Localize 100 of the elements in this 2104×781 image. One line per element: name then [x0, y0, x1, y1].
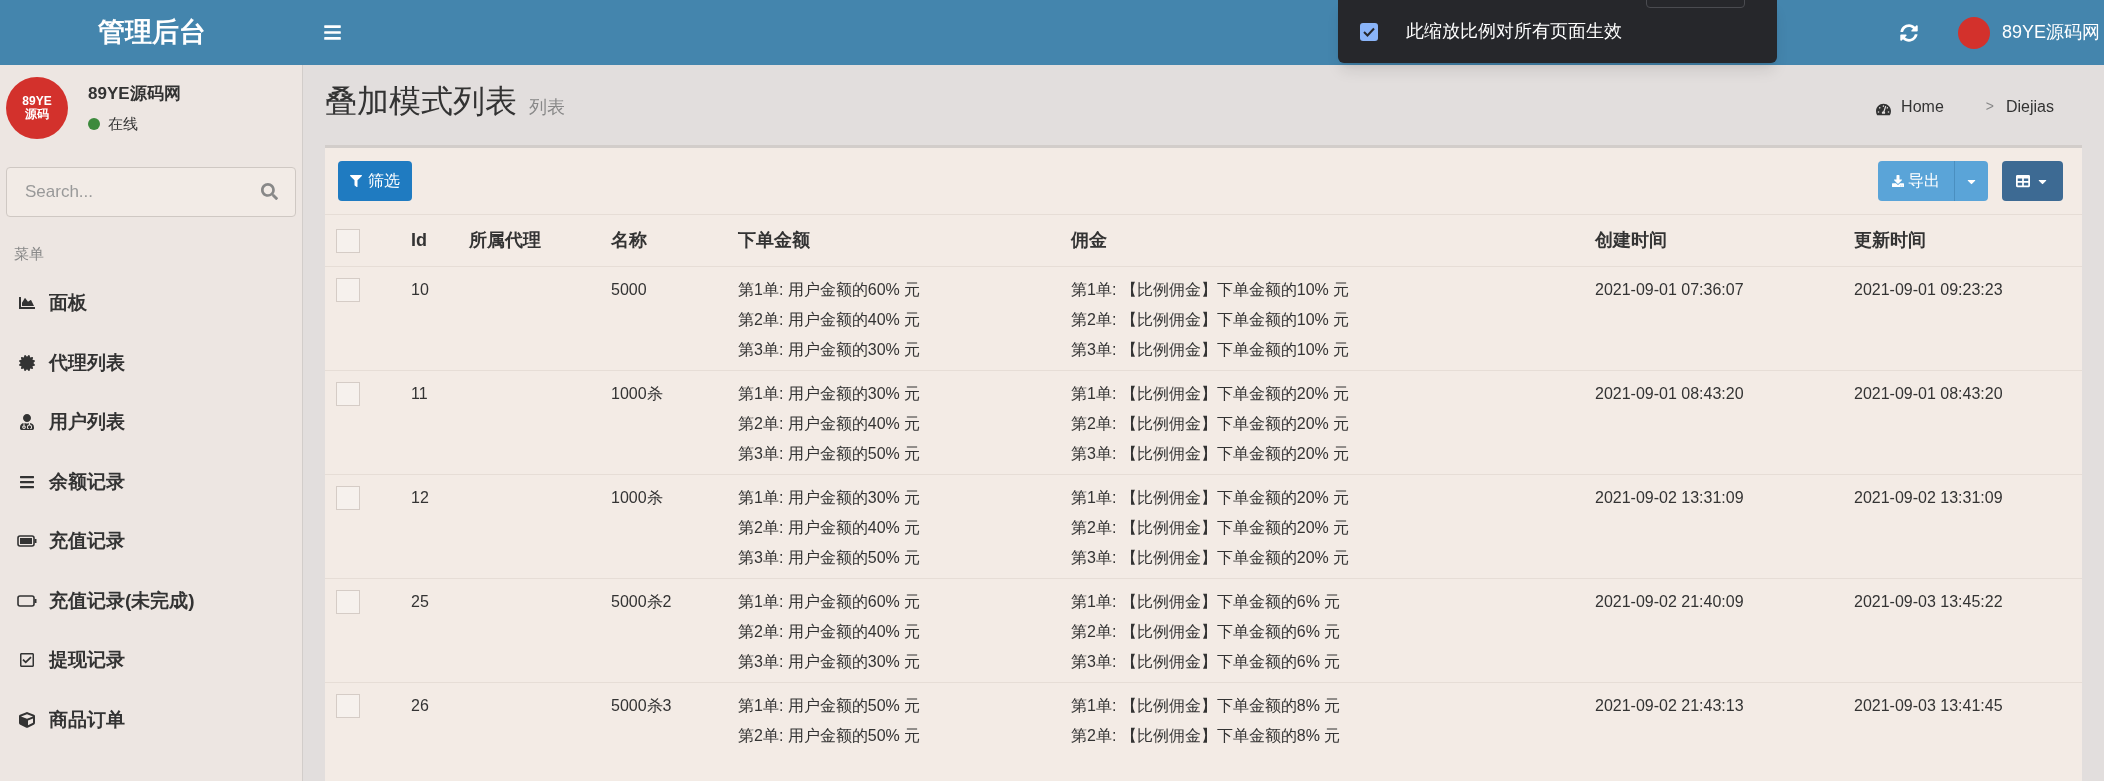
- table-cell: 5000杀3: [611, 697, 672, 714]
- sidebar-item[interactable]: 提现记录: [0, 630, 302, 690]
- badge-icon: [17, 354, 37, 371]
- table-cell: 10: [411, 281, 429, 298]
- table-cell: 2021-09-01 07:36:07: [1595, 281, 1744, 298]
- avatar[interactable]: [1957, 16, 1990, 49]
- checkmark-icon: [1363, 26, 1375, 37]
- popup-checkbox[interactable]: [1360, 22, 1378, 41]
- checkbox-icon: [17, 652, 37, 669]
- status-text: 在线: [108, 113, 138, 134]
- table-cell: 5000杀2: [611, 593, 672, 610]
- dashboard-icon: [1876, 102, 1892, 117]
- table-cell-text: 第1单: 用户金额的60% 元: [738, 280, 921, 300]
- table-cell: 1000杀: [611, 385, 663, 402]
- filter-icon: [350, 175, 362, 187]
- sidebar-item[interactable]: 面板: [0, 273, 302, 333]
- table-cell: 12: [411, 489, 429, 506]
- table-cell-text: 第1单: 用户金额的60% 元: [738, 592, 921, 612]
- row-checkbox[interactable]: [336, 278, 360, 302]
- table-cell-text: 第3单: 【比例佣金】下单金额的6% 元: [1071, 652, 1341, 672]
- table-cell-text: 第1单: 【比例佣金】下单金额的20% 元: [1071, 384, 1350, 404]
- table-cell-text: 第2单: 用户金额的40% 元: [738, 518, 921, 538]
- columns-button[interactable]: [2002, 161, 2063, 201]
- table-cell-text: 第2单: 用户金额的40% 元: [738, 622, 921, 642]
- table-cell-text: 第3单: 用户金额的50% 元: [738, 548, 921, 568]
- search-field[interactable]: Search...: [6, 167, 296, 217]
- row-checkbox[interactable]: [336, 590, 360, 614]
- table-cell: 2021-09-02 21:43:13: [1595, 697, 1744, 714]
- page-subtitle: 列表: [529, 96, 565, 119]
- user-name[interactable]: 89YE源码网: [2001, 19, 2100, 46]
- menu-section-label: 菜单: [13, 244, 45, 264]
- user-icon: [17, 414, 37, 431]
- table-cell-text: 第3单: 用户金额的30% 元: [738, 340, 921, 360]
- table-cell: 2021-09-02 13:31:09: [1595, 489, 1744, 506]
- sidebar-item[interactable]: 代理列表: [0, 333, 302, 393]
- row-checkbox[interactable]: [336, 382, 360, 406]
- column-header[interactable]: Id: [411, 227, 469, 254]
- export-dropdown-button[interactable]: [1954, 161, 1988, 201]
- table-cell-text: 第1单: 用户金额的30% 元: [738, 488, 921, 508]
- row-checkbox[interactable]: [336, 694, 360, 718]
- table-cell: 1000杀: [611, 489, 663, 506]
- table-cell-text: 第2单: 用户金额的40% 元: [738, 414, 921, 434]
- table-cell: 26: [411, 697, 429, 714]
- table-cell-text: 第1单: 【比例佣金】下单金额的6% 元: [1071, 592, 1341, 612]
- table-cell-text: 第1单: 【比例佣金】下单金额的10% 元: [1071, 280, 1350, 300]
- sidebar-item[interactable]: 充值记录: [0, 511, 302, 571]
- table-cell-text: 第2单: 【比例佣金】下单金额的8% 元: [1071, 726, 1341, 746]
- table-cell: 11: [411, 385, 428, 402]
- sidebar-item[interactable]: 充值记录(未完成): [0, 571, 302, 631]
- download-icon: [1892, 175, 1904, 187]
- breadcrumb-link[interactable]: Home: [1901, 95, 1944, 119]
- table-cell: 2021-09-01 09:23:23: [1854, 281, 2003, 298]
- breadcrumb-separator: >: [1985, 97, 1994, 116]
- select-all-checkbox[interactable]: [336, 228, 360, 253]
- cube-icon: [17, 711, 37, 728]
- table-cell-text: 第1单: 用户金额的30% 元: [738, 384, 921, 404]
- table-cell: 2021-09-01 08:43:20: [1854, 385, 2003, 402]
- table-cell: 2021-09-01 08:43:20: [1595, 385, 1744, 402]
- column-header[interactable]: 下单金额: [738, 227, 1071, 254]
- table-cell: 2021-09-02 13:31:09: [1854, 489, 2003, 506]
- table-cell: 5000: [611, 281, 647, 298]
- table-cell: 2021-09-02 21:40:09: [1595, 593, 1744, 610]
- table-cell-text: 第1单: 用户金额的50% 元: [738, 696, 921, 716]
- table-cell: 2021-09-03 13:45:22: [1854, 593, 2003, 610]
- table-cell-text: 第2单: 用户金额的40% 元: [738, 310, 921, 330]
- table-cell-text: 第2单: 【比例佣金】下单金额的20% 元: [1071, 414, 1350, 434]
- page-title: 叠加模式列表: [325, 82, 517, 121]
- column-header[interactable]: 佣金: [1071, 227, 1595, 254]
- table-cell-text: 第3单: 【比例佣金】下单金额的20% 元: [1071, 548, 1350, 568]
- table-icon: [2016, 174, 2030, 188]
- user-name: 89YE源码网: [88, 83, 181, 105]
- table-cell-text: 第2单: 【比例佣金】下单金额的20% 元: [1071, 518, 1350, 538]
- battery-empty-icon: [17, 594, 37, 607]
- table-cell-text: 第1单: 【比例佣金】下单金额的8% 元: [1071, 696, 1341, 716]
- table-cell-text: 第3单: 用户金额的30% 元: [738, 652, 921, 672]
- popup-label: 此缩放比例对所有页面生效: [1406, 20, 1622, 43]
- table-cell-text: 第1单: 【比例佣金】下单金额的20% 元: [1071, 488, 1350, 508]
- refresh-icon[interactable]: [1899, 23, 1918, 42]
- table-cell-text: 第2单: 用户金额的50% 元: [738, 726, 921, 746]
- column-header[interactable]: 更新时间: [1854, 227, 2082, 254]
- table-cell-text: 第3单: 用户金额的50% 元: [738, 444, 921, 464]
- search-icon[interactable]: [261, 183, 278, 200]
- avatar-text: 89YE源码: [21, 94, 53, 122]
- table-cell-text: 第3单: 【比例佣金】下单金额的20% 元: [1071, 444, 1350, 464]
- table-cell: 25: [411, 593, 429, 610]
- sidebar-item[interactable]: 余额记录: [0, 452, 302, 512]
- app-logo[interactable]: 管理后台: [97, 12, 206, 53]
- sidebar-item[interactable]: 用户列表: [0, 392, 302, 452]
- column-header[interactable]: 名称: [611, 227, 738, 254]
- battery-full-icon: [17, 535, 37, 548]
- sidebar-item[interactable]: 商品订单: [0, 690, 302, 750]
- list-icon: [17, 473, 37, 490]
- column-header[interactable]: 创建时间: [1595, 227, 1854, 254]
- table-cell-text: 第2单: 【比例佣金】下单金额的6% 元: [1071, 622, 1341, 642]
- filter-button[interactable]: 筛选: [338, 161, 412, 201]
- table-cell-text: 第3单: 【比例佣金】下单金额的10% 元: [1071, 340, 1350, 360]
- column-header[interactable]: 所属代理: [469, 227, 611, 254]
- menu-icon[interactable]: [323, 23, 342, 42]
- row-checkbox[interactable]: [336, 486, 360, 510]
- table-cell-text: 第2单: 【比例佣金】下单金额的10% 元: [1071, 310, 1350, 330]
